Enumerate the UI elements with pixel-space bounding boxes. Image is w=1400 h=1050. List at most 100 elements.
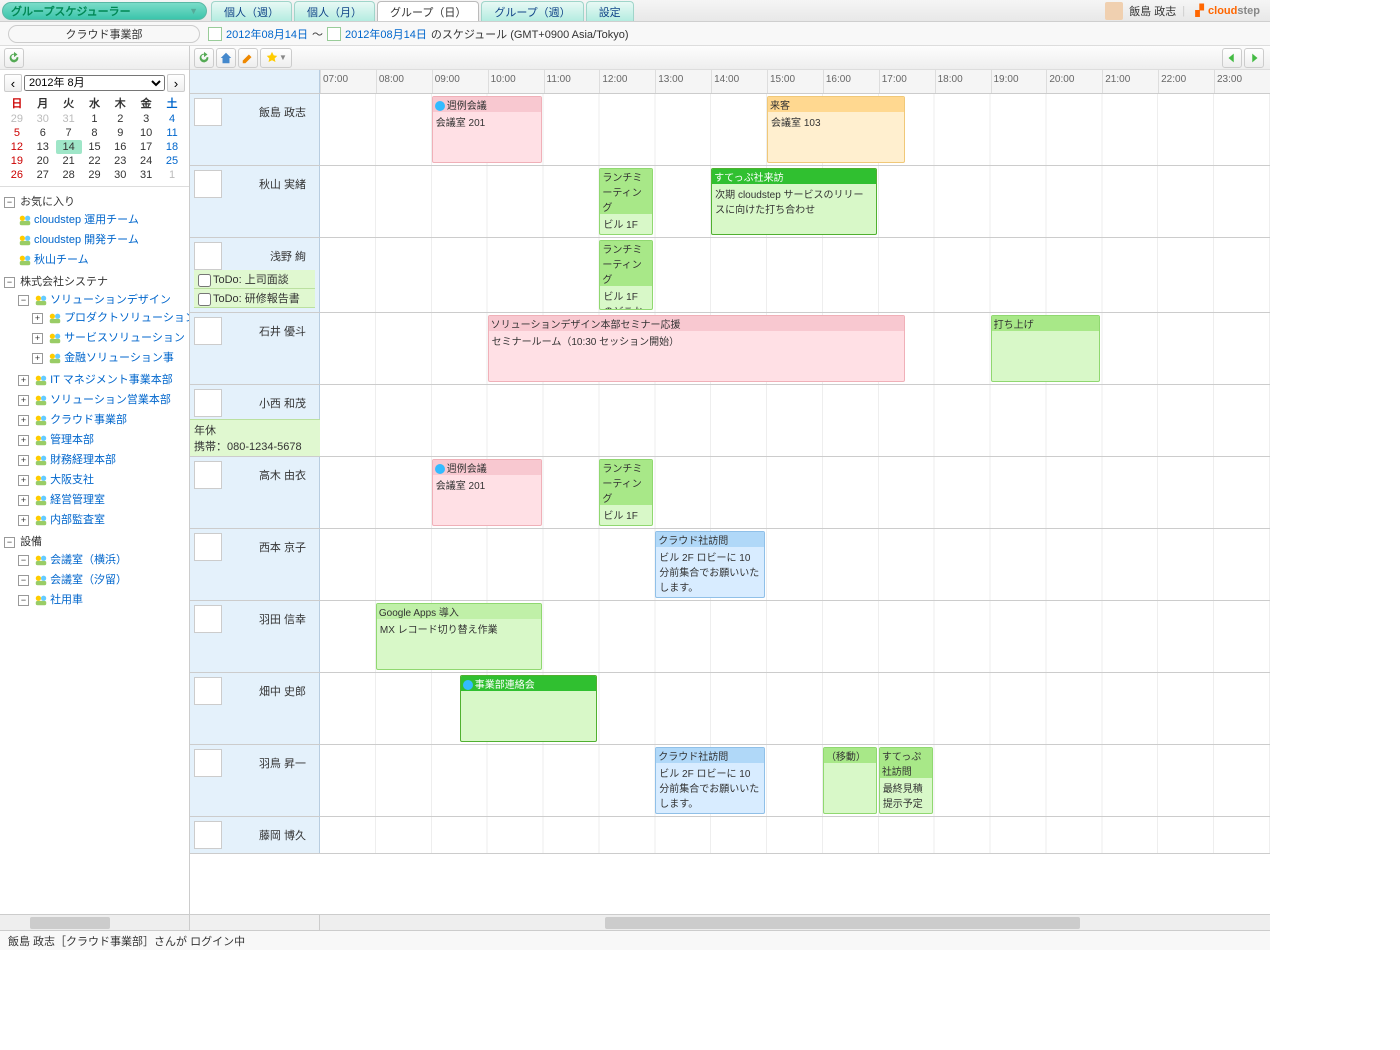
calendar-day[interactable]: 13 [30, 140, 56, 154]
tree-toggle[interactable]: − [4, 537, 15, 548]
calendar-day[interactable]: 28 [56, 168, 82, 182]
tree-item[interactable]: ソリューション営業本部 [50, 394, 171, 406]
person-name[interactable]: 西本 京子 [226, 533, 306, 555]
calendar-day[interactable]: 21 [56, 154, 82, 168]
app-selector-button[interactable]: グループスケジューラー▼ [2, 2, 207, 20]
next-month-button[interactable]: › [167, 74, 185, 92]
calendar-icon[interactable] [208, 27, 222, 41]
tree-toggle[interactable]: − [18, 295, 29, 306]
calendar-day[interactable]: 16 [107, 140, 133, 154]
calendar-day[interactable]: 8 [82, 126, 108, 140]
calendar-day[interactable]: 3 [133, 112, 159, 126]
person-avatar[interactable] [194, 317, 222, 345]
timeline-lane[interactable]: 週例会議会議室 201 来客会議室 103 [320, 94, 1270, 165]
event-block[interactable]: すてっぷ社訪問最終見積提示予定 [879, 747, 933, 814]
month-select[interactable]: 2012年 8月 [24, 75, 165, 91]
date-from-link[interactable]: 2012年08月14日 [226, 26, 308, 42]
timeline-lane[interactable] [320, 385, 1270, 456]
department-selector[interactable]: クラウド事業部 [8, 25, 200, 43]
timeline-lane[interactable]: Google Apps 導入MX レコード切り替え作業 [320, 601, 1270, 672]
calendar-day[interactable]: 30 [107, 168, 133, 182]
todo-checkbox[interactable] [198, 293, 211, 306]
event-block[interactable]: 週例会議会議室 201 [432, 96, 542, 163]
person-name[interactable]: 高木 由衣 [226, 461, 306, 483]
person-avatar[interactable] [194, 749, 222, 777]
tree-toggle[interactable]: − [4, 277, 15, 288]
tree-toggle[interactable]: + [18, 515, 29, 526]
view-tab[interactable]: 設定 [586, 1, 634, 21]
tree-item[interactable]: 財務経理本部 [50, 454, 116, 466]
tree-toggle[interactable]: + [18, 495, 29, 506]
tree-toggle[interactable]: + [18, 435, 29, 446]
prev-day-button[interactable] [1222, 48, 1242, 68]
event-block[interactable]: Google Apps 導入MX レコード切り替え作業 [376, 603, 542, 670]
person-avatar[interactable] [194, 461, 222, 489]
calendar-day[interactable]: 31 [133, 168, 159, 182]
tree-toggle[interactable]: + [18, 455, 29, 466]
calendar-day[interactable]: 10 [133, 126, 159, 140]
person-avatar[interactable] [194, 389, 222, 417]
allday-item[interactable]: ToDo: 研修報告書 [194, 289, 315, 308]
tree-item[interactable]: ソリューションデザイン [50, 294, 171, 306]
tree-toggle[interactable]: − [4, 197, 15, 208]
calendar-day[interactable]: 5 [4, 126, 30, 140]
calendar-day[interactable]: 29 [82, 168, 108, 182]
tree-item[interactable]: 金融ソリューション事 [64, 352, 174, 364]
tree-folder[interactable]: お気に入り [20, 196, 75, 208]
event-block[interactable]: クラウド社訪問ビル 2F ロビーに 10 分前集合でお願いいたします。 [655, 747, 765, 814]
event-block[interactable]: ランチミーティングビル 1F のどこか [599, 168, 653, 235]
tree-toggle[interactable]: − [18, 595, 29, 606]
tree-item[interactable]: 会議室（汐留） [50, 574, 127, 586]
tree-toggle[interactable]: − [18, 575, 29, 586]
tree-item[interactable]: サービスソリューション [64, 332, 185, 344]
tree-item[interactable]: 会議室（横浜） [50, 554, 127, 566]
person-avatar[interactable] [194, 533, 222, 561]
tree-toggle[interactable]: + [18, 475, 29, 486]
person-name[interactable]: 羽鳥 昇一 [226, 749, 306, 771]
person-name[interactable]: 浅野 絢 [226, 242, 306, 264]
calendar-day[interactable]: 14 [56, 140, 82, 154]
calendar-day[interactable]: 29 [4, 112, 30, 126]
calendar-day[interactable]: 12 [4, 140, 30, 154]
view-tab[interactable]: グループ（日） [377, 1, 479, 21]
calendar-day[interactable]: 30 [30, 112, 56, 126]
calendar-day[interactable]: 27 [30, 168, 56, 182]
tree-toggle[interactable]: + [32, 333, 43, 344]
timeline-lane[interactable]: ランチミーティングビル 1F のどこかすてっぷ社来訪次期 cloudstep サ… [320, 166, 1270, 237]
calendar-day[interactable]: 1 [82, 112, 108, 126]
timeline-lane[interactable]: ランチミーティングビル 1F のどこか [320, 238, 1270, 312]
view-tab[interactable]: 個人（月） [294, 1, 375, 21]
calendar-day[interactable]: 31 [56, 112, 82, 126]
next-day-button[interactable] [1244, 48, 1264, 68]
date-to-link[interactable]: 2012年08月14日 [345, 26, 427, 42]
event-block[interactable]: （移動） [823, 747, 877, 814]
edit-button[interactable] [238, 48, 258, 68]
calendar-day[interactable]: 23 [107, 154, 133, 168]
timeline-lane[interactable]: 事業部連絡会 [320, 673, 1270, 744]
timeline-lane[interactable]: クラウド社訪問ビル 2F ロビーに 10 分前集合でお願いいたします。 [320, 529, 1270, 600]
calendar-day[interactable]: 9 [107, 126, 133, 140]
refresh-button[interactable] [194, 48, 214, 68]
event-block[interactable]: 打ち上げ [991, 315, 1101, 382]
user-name[interactable]: 飯島 政志 [1129, 3, 1176, 19]
tree-toggle[interactable]: + [18, 415, 29, 426]
person-avatar[interactable] [194, 821, 222, 849]
tree-toggle[interactable]: − [18, 555, 29, 566]
person-avatar[interactable] [194, 605, 222, 633]
tree-item[interactable]: 管理本部 [50, 434, 94, 446]
tree-toggle[interactable]: + [18, 395, 29, 406]
tree-item[interactable]: cloudstep 運用チーム [34, 214, 139, 226]
tree-item[interactable]: クラウド事業部 [50, 414, 127, 426]
calendar-day[interactable]: 17 [133, 140, 159, 154]
calendar-day[interactable]: 6 [30, 126, 56, 140]
view-tab[interactable]: グループ（週） [481, 1, 583, 21]
event-block[interactable]: 来客会議室 103 [767, 96, 905, 163]
person-avatar[interactable] [194, 170, 222, 198]
calendar-day[interactable]: 24 [133, 154, 159, 168]
calendar-day[interactable]: 20 [30, 154, 56, 168]
user-avatar[interactable] [1105, 2, 1123, 20]
view-tab[interactable]: 個人（週） [211, 1, 292, 21]
allday-item[interactable]: ToDo: 上司面談 [194, 270, 315, 289]
todo-checkbox[interactable] [198, 274, 211, 287]
person-name[interactable]: 畑中 史郎 [226, 677, 306, 699]
